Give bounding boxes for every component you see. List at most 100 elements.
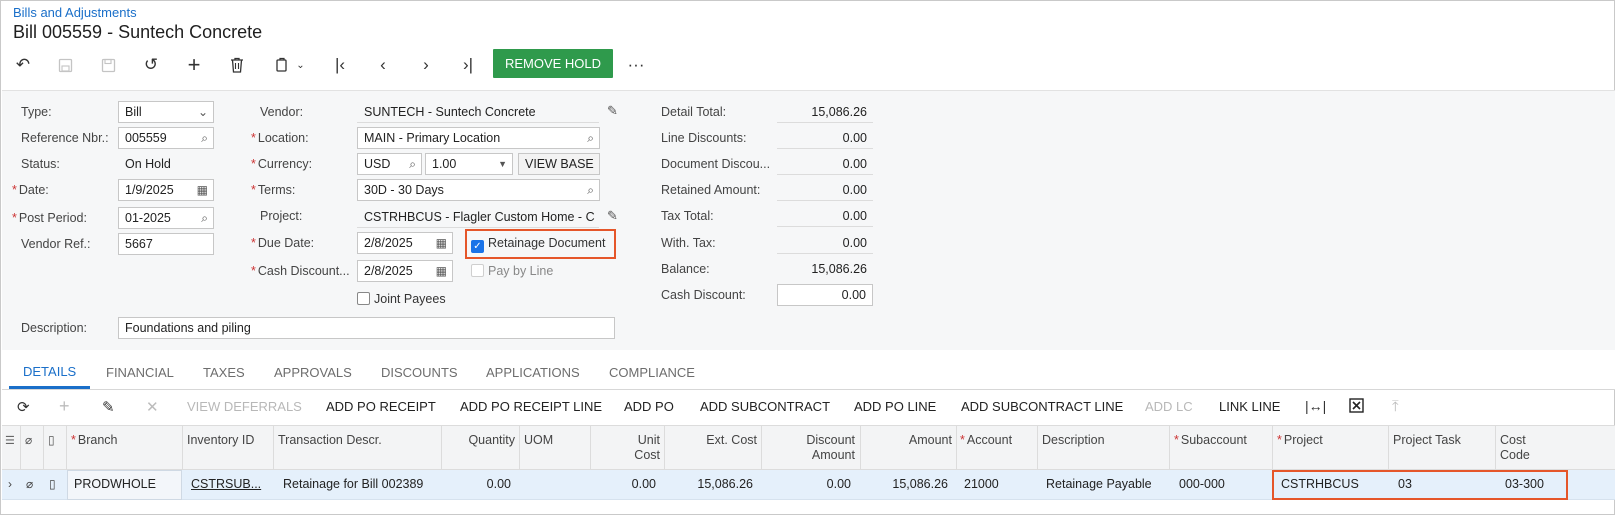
- add-subcontract-button[interactable]: ADD SUBCONTRACT: [700, 399, 830, 414]
- type-select[interactable]: Bill ⌄: [118, 101, 214, 123]
- dropdown-arrow-icon: ▼: [498, 159, 507, 169]
- more-icon[interactable]: ···: [626, 55, 646, 75]
- cell-inventory-id[interactable]: CSTRSUB...: [191, 477, 269, 491]
- vendor-ref-label: Vendor Ref.:: [21, 237, 91, 251]
- attachment-icon[interactable]: ⌀: [26, 477, 33, 491]
- retainage-document-checkbox[interactable]: ✓ Retainage Document: [471, 236, 605, 253]
- row-expand-icon[interactable]: ›: [8, 477, 12, 491]
- cell-project: CSTRHBCUS: [1281, 477, 1359, 491]
- due-date-field[interactable]: 2/8/2025 ▦: [357, 232, 453, 254]
- remove-hold-button[interactable]: REMOVE HOLD: [493, 49, 613, 78]
- tab-compliance[interactable]: COMPLIANCE: [609, 365, 695, 380]
- previous-record-icon[interactable]: ‹: [373, 55, 393, 75]
- description-field[interactable]: Foundations and piling: [118, 317, 615, 339]
- currency-field[interactable]: USD ⌕: [357, 153, 422, 175]
- tab-approvals[interactable]: APPROVALS: [274, 365, 352, 380]
- delete-icon[interactable]: [227, 55, 247, 75]
- col-ext-cost[interactable]: Ext. Cost: [669, 433, 757, 448]
- col-project-task[interactable]: Project Task: [1393, 433, 1461, 448]
- add-po-receipt-button[interactable]: ADD PO RECEIPT: [326, 399, 436, 414]
- tab-discounts[interactable]: DISCOUNTS: [381, 365, 458, 380]
- retained-amount-label: Retained Amount:: [661, 183, 761, 197]
- add-lc-button[interactable]: ADD LC: [1145, 399, 1193, 414]
- col-uom[interactable]: UOM: [524, 433, 553, 448]
- search-icon[interactable]: ⌕: [201, 131, 208, 146]
- back-icon[interactable]: ↶: [13, 55, 33, 75]
- col-quantity[interactable]: Quantity: [445, 433, 515, 448]
- col-transaction-descr[interactable]: Transaction Descr.: [278, 433, 382, 448]
- cash-discount-date-field[interactable]: 2/8/2025 ▦: [357, 260, 453, 282]
- delete-row-icon[interactable]: ✕: [146, 398, 159, 416]
- view-base-button[interactable]: VIEW BASE: [518, 153, 600, 175]
- cash-discount-field[interactable]: 0.00: [777, 284, 873, 306]
- first-record-icon[interactable]: |‹: [330, 55, 350, 75]
- undo-icon[interactable]: ↺: [141, 55, 161, 75]
- edit-pencil-icon[interactable]: ✎: [607, 208, 618, 224]
- col-branch[interactable]: * Branch: [71, 433, 117, 448]
- breadcrumb[interactable]: Bills and Adjustments: [13, 5, 137, 20]
- edit-pencil-icon[interactable]: ✎: [102, 398, 115, 416]
- export-excel-icon[interactable]: [1349, 398, 1364, 417]
- last-record-icon[interactable]: ›|: [458, 55, 478, 75]
- cell-ext-cost: 15,086.26: [697, 477, 753, 491]
- upload-icon[interactable]: ⤒: [1392, 398, 1399, 415]
- col-description[interactable]: Description: [1042, 433, 1105, 448]
- document-icon[interactable]: ▯: [49, 477, 56, 491]
- balance-label: Balance:: [661, 262, 710, 276]
- search-icon[interactable]: ⌕: [587, 183, 594, 198]
- tab-applications[interactable]: APPLICATIONS: [486, 365, 580, 380]
- with-tax-value: 0.00: [842, 236, 867, 250]
- add-icon[interactable]: +: [184, 52, 204, 77]
- view-deferrals-button[interactable]: VIEW DEFERRALS: [187, 399, 302, 414]
- type-value: Bill: [125, 105, 142, 119]
- calendar-icon[interactable]: ▦: [436, 236, 447, 250]
- edit-pencil-icon[interactable]: ✎: [607, 103, 618, 119]
- col-account[interactable]: * Account: [960, 433, 1012, 448]
- chevron-down-icon: ⌄: [197, 105, 208, 119]
- date-field[interactable]: 1/9/2025 ▦: [118, 179, 214, 201]
- save-icon[interactable]: [98, 55, 118, 75]
- col-project[interactable]: * Project: [1277, 433, 1323, 448]
- calendar-icon[interactable]: ▦: [436, 264, 447, 278]
- cell-discount-amount: 0.00: [826, 477, 851, 491]
- checkmark-icon: ✓: [471, 240, 484, 253]
- col-amount[interactable]: Amount: [865, 433, 952, 448]
- joint-payees-checkbox[interactable]: Joint Payees: [357, 292, 446, 306]
- search-icon[interactable]: ⌕: [409, 157, 416, 172]
- link-line-button[interactable]: LINK LINE: [1219, 399, 1280, 414]
- col-cost-code[interactable]: Cost Code: [1500, 433, 1530, 463]
- col-subaccount[interactable]: * Subaccount: [1174, 433, 1247, 448]
- next-record-icon[interactable]: ›: [416, 55, 436, 75]
- save-close-icon[interactable]: [55, 55, 75, 75]
- tab-financial[interactable]: FINANCIAL: [106, 365, 174, 380]
- search-icon[interactable]: ⌕: [587, 131, 594, 146]
- col-discount-amount[interactable]: Discount Amount: [766, 433, 855, 463]
- currency-rate-select[interactable]: 1.00 ▼: [425, 153, 513, 175]
- add-row-icon[interactable]: +: [59, 396, 70, 417]
- row-selector-icon[interactable]: ☰: [5, 434, 15, 449]
- fit-columns-icon[interactable]: |↔|: [1305, 398, 1326, 414]
- col-inventory-id[interactable]: Inventory ID: [187, 433, 254, 448]
- terms-field[interactable]: 30D - 30 Days ⌕: [357, 179, 600, 201]
- post-period-field[interactable]: 01-2025 ⌕: [118, 207, 214, 229]
- refresh-icon[interactable]: ⟳: [17, 398, 30, 416]
- search-icon[interactable]: ⌕: [201, 211, 208, 226]
- document-icon: ▯: [48, 433, 55, 447]
- calendar-icon[interactable]: ▦: [197, 183, 208, 197]
- tab-taxes[interactable]: TAXES: [203, 365, 245, 380]
- balance-value: 15,086.26: [811, 262, 867, 276]
- location-field[interactable]: MAIN - Primary Location ⌕: [357, 127, 600, 149]
- col-unit-cost[interactable]: Unit Cost: [595, 433, 660, 463]
- add-po-receipt-line-button[interactable]: ADD PO RECEIPT LINE: [460, 399, 602, 414]
- vendor-ref-field[interactable]: 5667: [118, 233, 214, 255]
- tab-details[interactable]: DETAILS: [23, 364, 76, 379]
- currency-value: USD: [364, 157, 391, 171]
- add-po-button[interactable]: ADD PO: [624, 399, 674, 414]
- add-po-line-button[interactable]: ADD PO LINE: [854, 399, 936, 414]
- project-underline: [357, 227, 599, 228]
- copy-paste-icon[interactable]: ⌄: [271, 55, 309, 75]
- reference-nbr-field[interactable]: 005559 ⌕: [118, 127, 214, 149]
- cell-subaccount: 000-000: [1179, 477, 1225, 491]
- add-subcontract-line-button[interactable]: ADD SUBCONTRACT LINE: [961, 399, 1123, 414]
- pay-by-line-checkbox[interactable]: Pay by Line: [471, 264, 553, 278]
